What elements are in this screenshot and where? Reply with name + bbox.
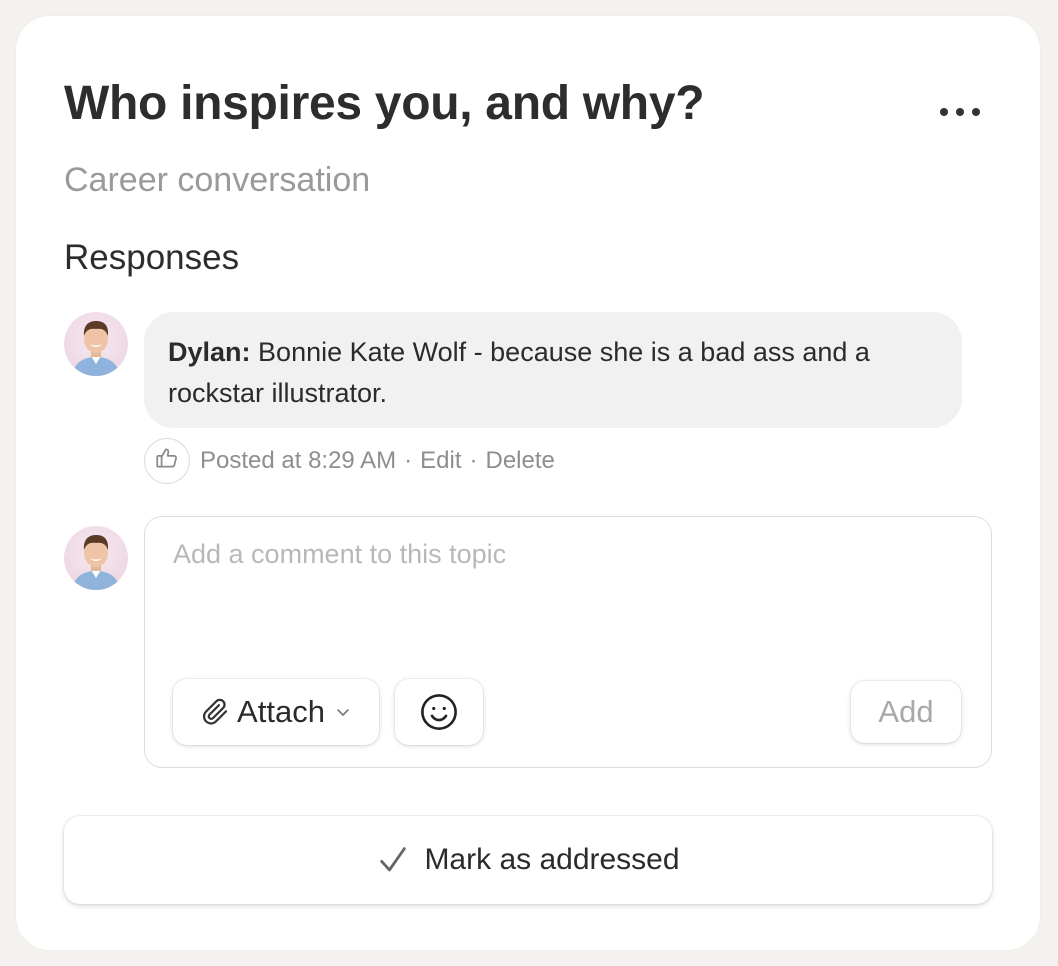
response-author: Dylan: <box>168 337 251 367</box>
topic-title: Who inspires you, and why? <box>64 77 705 130</box>
chevron-down-icon <box>335 704 351 720</box>
paperclip-icon <box>201 697 231 727</box>
response-bubble: Dylan: Bonnie Kate Wolf - because she is… <box>144 312 962 428</box>
smiley-icon <box>418 691 460 733</box>
ellipsis-icon <box>940 108 980 116</box>
mark-as-addressed-label: Mark as addressed <box>424 843 680 876</box>
topic-category: Career conversation <box>64 161 371 199</box>
attach-button[interactable]: Attach <box>173 679 379 745</box>
more-options-button[interactable] <box>928 90 992 134</box>
avatar <box>64 312 128 376</box>
attach-label: Attach <box>237 694 325 729</box>
edit-link[interactable]: Edit <box>420 447 461 475</box>
meta-separator: · <box>469 447 478 474</box>
emoji-button[interactable] <box>395 679 483 745</box>
response-meta: Posted at 8:29 AM · Edit · Delete <box>144 437 555 485</box>
like-button[interactable] <box>144 438 190 484</box>
checkmark-icon <box>376 843 410 877</box>
meta-separator: · <box>404 447 413 474</box>
comment-composer: Attach Add <box>144 516 992 768</box>
posted-time: Posted at 8:29 AM <box>200 447 397 474</box>
response-text: Bonnie Kate Wolf - because she is a bad … <box>168 337 870 408</box>
add-comment-button[interactable]: Add <box>851 681 961 743</box>
thumbs-up-icon <box>154 445 180 478</box>
responses-heading: Responses <box>64 238 240 277</box>
mark-as-addressed-button[interactable]: Mark as addressed <box>64 816 992 904</box>
delete-link[interactable]: Delete <box>485 447 554 475</box>
topic-card: Who inspires you, and why? Career conver… <box>16 16 1040 950</box>
comment-input[interactable] <box>173 539 953 570</box>
avatar <box>64 526 128 590</box>
